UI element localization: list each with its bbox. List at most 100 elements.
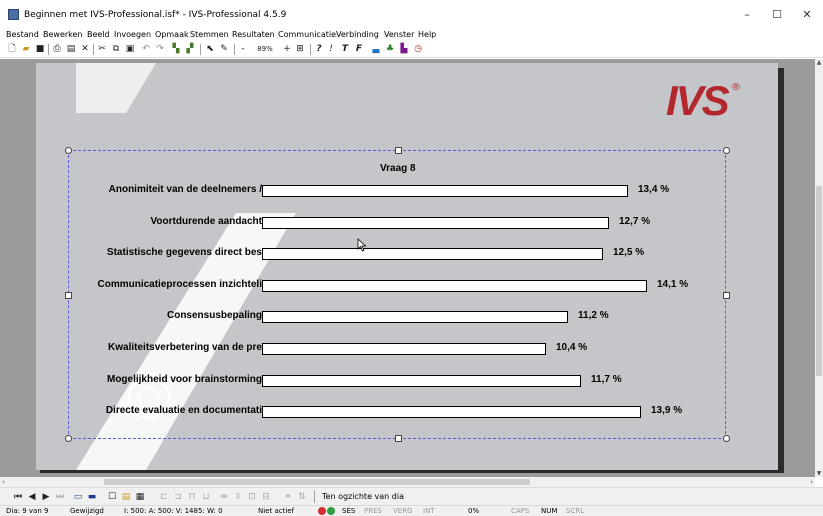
menu-venster[interactable]: Venster bbox=[384, 29, 414, 41]
slide-prev-icon[interactable]: ▚ bbox=[170, 43, 182, 56]
fit-icon[interactable]: ⊞ bbox=[294, 43, 306, 56]
resize-handle-top-left[interactable] bbox=[65, 147, 72, 154]
resize-handle-right[interactable] bbox=[723, 292, 730, 299]
bar-chart-icon[interactable]: ▙ bbox=[398, 43, 410, 56]
resize-handle-bottom-right[interactable] bbox=[723, 435, 730, 442]
menu-help[interactable]: Help bbox=[418, 29, 436, 41]
order-icon[interactable]: ⇅ bbox=[296, 491, 308, 503]
normal-view-icon[interactable]: ☐ bbox=[106, 491, 118, 503]
horizontal-scroll-thumb[interactable] bbox=[104, 479, 530, 485]
slide-next-icon[interactable]: ▞ bbox=[184, 43, 196, 56]
menu-stemmen[interactable]: Stemmen bbox=[190, 29, 229, 41]
scroll-down-icon[interactable]: ▼ bbox=[815, 470, 823, 477]
help-button[interactable]: ? bbox=[314, 43, 324, 56]
status-pres: PRES bbox=[364, 507, 382, 515]
menu-communicatie[interactable]: Communicatie bbox=[278, 29, 336, 41]
bar-label: Kwaliteitsverbetering van de pre bbox=[108, 342, 262, 353]
resize-handle-bottom[interactable] bbox=[395, 435, 402, 442]
scroll-left-icon[interactable]: ‹ bbox=[2, 477, 5, 487]
print-icon[interactable]: ⎙ bbox=[51, 43, 63, 56]
zoom-in-button[interactable]: + bbox=[282, 43, 292, 56]
resize-handle-top[interactable] bbox=[395, 147, 402, 154]
resize-handle-bottom-left[interactable] bbox=[65, 435, 72, 442]
previous-slide-button[interactable]: ◀ bbox=[26, 491, 38, 503]
status-scrl: SCRL bbox=[566, 507, 585, 515]
same-size-icon[interactable]: ⊡ bbox=[246, 491, 258, 503]
next-slide-button[interactable]: ▶ bbox=[40, 491, 52, 503]
copy-icon[interactable]: ⧉ bbox=[110, 43, 122, 56]
maximize-button[interactable]: ☐ bbox=[764, 7, 790, 23]
slide-navigation-toolbar: ⏮ ◀ ▶ ⏭ ▭ ▬ ☐ ▤ ▦ ⊏ ⊐ ⊓ ⊔ ⇹ ⇳ ⊡ ⊟ ⚭ ⇅ Te… bbox=[0, 487, 823, 505]
align-left-icon[interactable]: ⊏ bbox=[158, 491, 170, 503]
registered-mark: ® bbox=[731, 82, 741, 93]
open-folder-icon[interactable]: ▰ bbox=[20, 43, 32, 56]
scroll-up-icon[interactable]: ▲ bbox=[815, 59, 823, 66]
link-icon[interactable]: ⚭ bbox=[282, 491, 294, 503]
close-button[interactable]: ✕ bbox=[794, 7, 820, 23]
cut-icon[interactable]: ✂ bbox=[96, 43, 108, 56]
chart-icon[interactable]: ▃ bbox=[370, 43, 382, 56]
pen-icon[interactable]: ✎ bbox=[218, 43, 230, 56]
outline-view-icon[interactable]: ▬ bbox=[86, 491, 98, 503]
pointer-icon[interactable]: ⬉ bbox=[204, 43, 216, 56]
main-toolbar: 🗋 ▰ ■ ⎙ ▤ ✕ ✂ ⧉ ▣ ↶ ↷ ▚ ▞ ⬉ ✎ - 89% + ⊞ … bbox=[0, 42, 823, 58]
menu-resultaten[interactable]: Resultaten bbox=[232, 29, 275, 41]
save-icon[interactable]: ■ bbox=[34, 43, 46, 56]
toolbar-separator bbox=[314, 490, 315, 503]
minimize-button[interactable]: – bbox=[734, 7, 760, 23]
ivs-logo: IVS bbox=[666, 77, 730, 124]
bar-label: Directe evaluatie en documentati bbox=[105, 405, 262, 416]
align-top-icon[interactable]: ⊔ bbox=[200, 491, 212, 503]
bar bbox=[262, 185, 628, 197]
menu-beeld[interactable]: Beeld bbox=[87, 29, 110, 41]
menu-invoegen[interactable]: Invoegen bbox=[114, 29, 151, 41]
status-ses: SES bbox=[342, 507, 356, 515]
scroll-right-icon[interactable]: › bbox=[810, 477, 813, 487]
distribute-v-icon[interactable]: ⇳ bbox=[232, 491, 244, 503]
bar-label: Communicatieprocessen inzichteli bbox=[97, 279, 263, 290]
resize-handle-top-right[interactable] bbox=[723, 147, 730, 154]
timer-icon[interactable]: ◷ bbox=[412, 43, 424, 56]
first-slide-button[interactable]: ⏮ bbox=[12, 491, 24, 503]
chart-title: Vraag 8 bbox=[380, 163, 416, 174]
toolbar-separator bbox=[200, 44, 201, 55]
status-verg: VERG bbox=[393, 507, 413, 515]
present-view-icon[interactable]: ▦ bbox=[134, 491, 146, 503]
zoom-level[interactable]: 89% bbox=[252, 43, 278, 56]
menu-verbinding[interactable]: Verbinding bbox=[336, 29, 379, 41]
text-f-button[interactable]: F bbox=[354, 43, 364, 56]
status-coords: I: 500: A: 500: V: 1485: W: 0 bbox=[124, 507, 223, 515]
vertical-scroll-thumb[interactable] bbox=[816, 186, 822, 376]
slide-view-icon[interactable]: ▭ bbox=[72, 491, 84, 503]
align-right-icon[interactable]: ⊓ bbox=[186, 491, 198, 503]
menu-bestand[interactable]: Bestand bbox=[6, 29, 39, 41]
new-file-icon[interactable]: 🗋 bbox=[6, 43, 18, 56]
text-t-button[interactable]: T bbox=[340, 43, 350, 56]
menu-opmaak[interactable]: Opmaak bbox=[155, 29, 189, 41]
same-width-icon[interactable]: ⊟ bbox=[260, 491, 272, 503]
toolbar-separator bbox=[93, 44, 94, 55]
properties-icon[interactable]: ▤ bbox=[65, 43, 77, 56]
redo-icon[interactable]: ↷ bbox=[154, 43, 166, 56]
zoom-out-button[interactable]: - bbox=[238, 43, 248, 56]
menu-bewerken[interactable]: Bewerken bbox=[43, 29, 83, 41]
info-button[interactable]: ! bbox=[326, 43, 336, 56]
paste-icon[interactable]: ▣ bbox=[124, 43, 136, 56]
undo-icon[interactable]: ↶ bbox=[140, 43, 152, 56]
align-center-icon[interactable]: ⊐ bbox=[172, 491, 184, 503]
distribute-h-icon[interactable]: ⇹ bbox=[218, 491, 230, 503]
sorter-view-icon[interactable]: ▤ bbox=[120, 491, 132, 503]
horizontal-scrollbar[interactable]: ‹ › bbox=[0, 477, 815, 487]
resize-handle-left[interactable] bbox=[65, 292, 72, 299]
vertical-scrollbar[interactable]: ▲ ▼ bbox=[815, 59, 823, 477]
status-state: Niet actief bbox=[258, 507, 295, 515]
group-icon[interactable]: ♣ bbox=[384, 43, 396, 56]
last-slide-button[interactable]: ⏭ bbox=[54, 491, 66, 503]
overview-label[interactable]: Ten ogzichte van dia bbox=[322, 491, 404, 503]
bar-label: Mogelijkheid voor brainstorming bbox=[106, 374, 262, 385]
status-int: INT bbox=[423, 507, 435, 515]
bar-value-label: 14,1 % bbox=[657, 279, 689, 290]
delete-icon[interactable]: ✕ bbox=[79, 43, 91, 56]
menu-bar: Bestand Bewerken Beeld Invoegen Opmaak S… bbox=[0, 29, 823, 41]
mouse-cursor-icon bbox=[357, 238, 367, 252]
